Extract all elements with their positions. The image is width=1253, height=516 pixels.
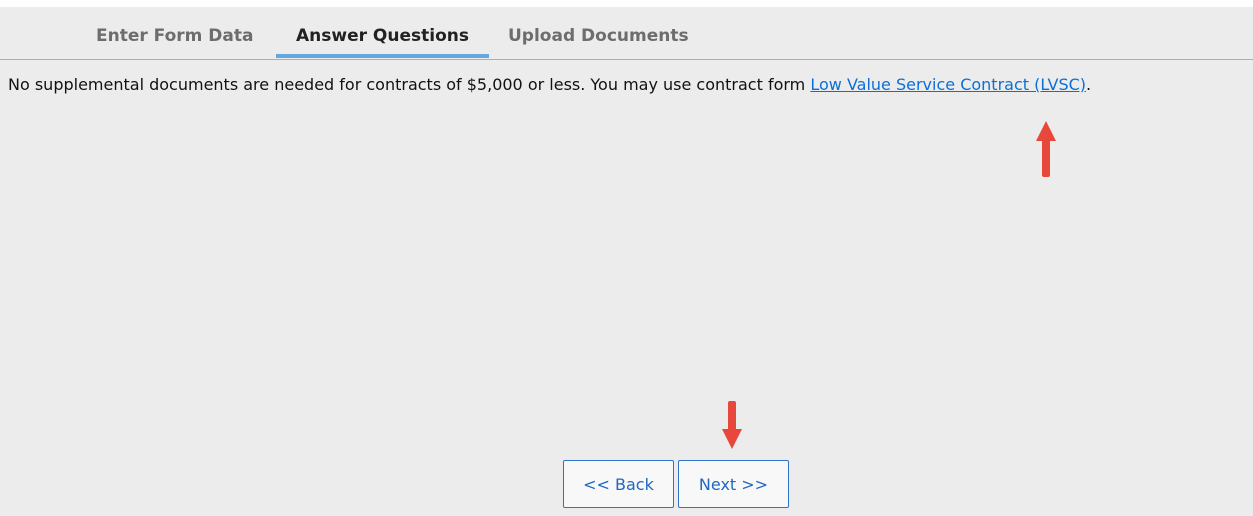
tab-bar: Enter Form Data Answer Questions Upload … <box>0 7 1253 60</box>
arrow-down-icon <box>722 401 742 449</box>
info-message: No supplemental documents are needed for… <box>8 75 1091 94</box>
lvsc-link[interactable]: Low Value Service Contract (LVSC) <box>810 75 1086 94</box>
form-panel: Enter Form Data Answer Questions Upload … <box>0 7 1253 516</box>
next-button[interactable]: Next >> <box>678 460 789 508</box>
tab-upload-documents[interactable]: Upload Documents <box>508 26 689 46</box>
arrow-up-icon <box>1036 121 1056 177</box>
tab-answer-questions[interactable]: Answer Questions <box>296 26 469 46</box>
message-trailing: . <box>1086 75 1092 94</box>
active-tab-indicator <box>276 54 489 58</box>
back-button[interactable]: << Back <box>563 460 674 508</box>
tab-enter-form-data[interactable]: Enter Form Data <box>96 26 253 46</box>
message-text: No supplemental documents are needed for… <box>8 75 811 94</box>
